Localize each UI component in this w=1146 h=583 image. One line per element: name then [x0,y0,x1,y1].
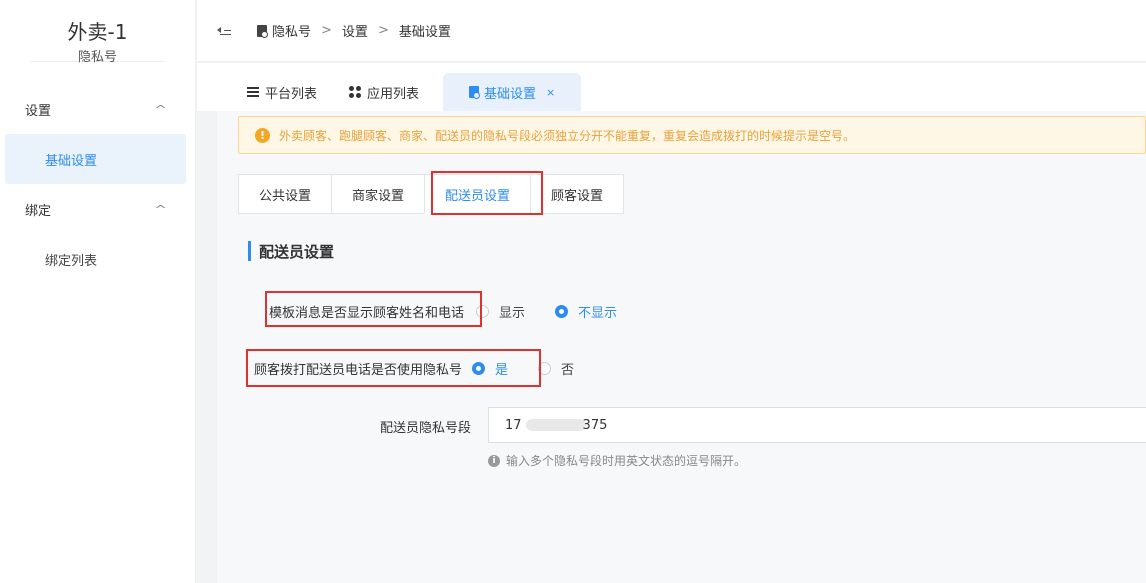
breadcrumb-item[interactable]: 隐私号 [272,21,311,40]
form-row-template-msg: 模板消息是否显示顾客姓名和电话 显示 不显示 [269,300,639,322]
subtab-customer[interactable]: 顾客设置 [530,174,625,214]
chevron-up-icon: ^ [153,102,167,116]
menu-group-settings[interactable]: 设置 ^ [0,84,195,134]
radio-label: 是 [495,362,509,378]
radio-show[interactable]: 显示 [476,302,525,321]
input-value-suffix: 375 [582,417,608,433]
radio-no[interactable]: 否 [538,359,574,378]
breadcrumb: 隐私号 > 设置 > 基础设置 [257,21,451,40]
radio-yes[interactable]: 是 [472,359,508,378]
collapse-menu-icon[interactable] [217,24,231,38]
radio-label: 显示 [499,305,526,321]
form-row-number-segment: 配送员隐私号段 [380,415,471,437]
settings-subtabs: 公共设置 商家设置 配送员设置 顾客设置 [238,174,625,214]
input-value-prefix: 17 [505,417,522,433]
form-row-use-privacy: 顾客拨打配送员电话是否使用隐私号 是 否 [254,357,596,379]
radio-dot [555,304,569,318]
warning-alert: ! 外卖顾客、跑腿顾客、商家、配送员的隐私号段必须独立分开不能重复，重复会造成拨… [238,116,1146,154]
main-content: ! 外卖顾客、跑腿顾客、商家、配送员的隐私号段必须独立分开不能重复，重复会造成拨… [217,111,1146,583]
breadcrumb-item[interactable]: 设置 [342,21,368,40]
menu-item-basic-settings[interactable]: 基础设置 [5,134,186,184]
menu-group-label: 绑定 [25,203,52,219]
form-label: 配送员隐私号段 [380,420,472,436]
info-icon: i [488,454,500,467]
section-title: 配送员设置 [248,241,334,261]
close-icon[interactable]: × [546,86,555,99]
radio-dot [476,304,490,318]
menu-item-binding-list[interactable]: 绑定列表 [0,234,195,284]
tab-label: 基础设置 [484,86,537,102]
menu-group-binding[interactable]: 绑定 ^ [0,184,195,234]
form-label: 模板消息是否显示顾客姓名和电话 [269,305,465,321]
form-label: 顾客拨打配送员电话是否使用隐私号 [254,362,463,378]
subtab-public[interactable]: 公共设置 [238,174,332,214]
warning-icon: ! [255,127,270,143]
alert-text: 外卖顾客、跑腿顾客、商家、配送员的隐私号段必须独立分开不能重复，重复会造成拨打的… [279,128,856,143]
redacted-block [525,419,586,431]
input-hint: i 输入多个隐私号段时用英文状态的逗号隔开。 [488,452,746,469]
brand: 外卖-1 隐私号 [30,0,165,65]
doc-icon [257,24,268,38]
grid-icon [349,86,362,98]
radio-label: 不显示 [578,305,618,321]
tab-label: 平台列表 [265,86,318,102]
radio-label: 否 [561,362,575,378]
tab-basic-settings[interactable]: 基础设置 × [443,73,582,111]
radio-dot [538,361,552,375]
breadcrumb-separator: > [377,23,389,38]
subtab-merchant[interactable]: 商家设置 [331,174,425,214]
doc-icon [469,86,481,99]
number-segment-input[interactable]: 17 375 [488,407,1146,443]
hint-text: 输入多个隐私号段时用英文状态的逗号隔开。 [506,454,747,468]
breadcrumb-item: 基础设置 [398,25,451,40]
chevron-up-icon: ^ [153,202,167,216]
page-tabs: 平台列表 应用列表 基础设置 × [197,63,1146,111]
topbar: 隐私号 > 设置 > 基础设置 [197,0,1146,62]
tab-app-list[interactable]: 应用列表 [339,73,429,111]
app-subtitle: 隐私号 [77,50,117,65]
radio-dot [472,361,486,375]
breadcrumb-separator: > [321,23,332,38]
subtab-courier[interactable]: 配送员设置 [424,174,531,214]
sidebar: 外卖-1 隐私号 设置 ^ 基础设置 绑定 ^ 绑定列表 [0,0,196,583]
list-icon [247,86,259,98]
radio-hide[interactable]: 不显示 [555,302,617,321]
tab-platform-list[interactable]: 平台列表 [237,73,327,111]
tab-label: 应用列表 [367,86,420,102]
menu-group-label: 设置 [25,103,52,119]
app-title: 外卖-1 [67,20,128,44]
